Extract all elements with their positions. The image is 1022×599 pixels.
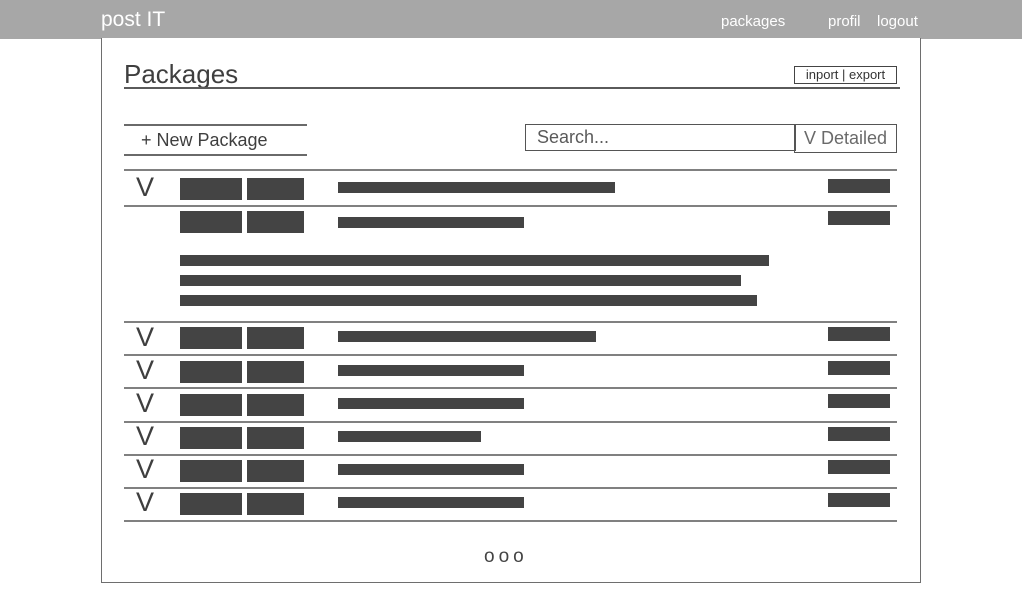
- package-title-placeholder: [338, 217, 524, 228]
- package-title-placeholder: [338, 431, 481, 442]
- package-field-placeholder: [180, 361, 242, 383]
- chevron-down-icon[interactable]: V: [136, 172, 154, 202]
- pagination: ooo: [484, 546, 528, 568]
- package-meta-placeholder: [828, 327, 890, 341]
- package-field-placeholder: [180, 327, 242, 349]
- package-field-placeholder: [247, 394, 304, 416]
- package-row[interactable]: V: [124, 388, 897, 421]
- package-meta-placeholder: [828, 361, 890, 375]
- package-description-line: [180, 255, 769, 266]
- package-meta-placeholder: [828, 493, 890, 507]
- package-field-placeholder: [180, 394, 242, 416]
- search-input[interactable]: [525, 124, 796, 151]
- new-package-label: + New Package: [141, 130, 268, 150]
- pagination-dot[interactable]: o: [513, 546, 528, 567]
- chevron-down-icon[interactable]: V: [136, 454, 154, 484]
- package-title-placeholder: [338, 331, 596, 342]
- nav-profil[interactable]: profil: [828, 13, 861, 31]
- package-row-expanded[interactable]: [124, 207, 897, 321]
- list-divider: [124, 169, 897, 171]
- chevron-down-icon[interactable]: V: [136, 421, 154, 451]
- package-meta-placeholder: [828, 427, 890, 441]
- pagination-dot[interactable]: o: [484, 546, 499, 567]
- chevron-down-icon[interactable]: V: [136, 487, 154, 517]
- package-row[interactable]: V: [124, 454, 897, 487]
- package-field-placeholder: [180, 460, 242, 482]
- chevron-down-icon[interactable]: V: [136, 322, 154, 352]
- package-meta-placeholder: [828, 394, 890, 408]
- package-field-placeholder: [180, 427, 242, 449]
- package-row[interactable]: V: [124, 421, 897, 454]
- list-divider: [124, 520, 897, 522]
- package-field-placeholder: [247, 211, 304, 233]
- package-meta-placeholder: [828, 179, 890, 193]
- package-meta-placeholder: [828, 460, 890, 474]
- detailed-toggle[interactable]: V Detailed: [794, 124, 897, 153]
- chevron-down-icon[interactable]: V: [136, 388, 154, 418]
- package-title-placeholder: [338, 497, 524, 508]
- nav-packages[interactable]: packages: [721, 13, 785, 31]
- package-title-placeholder: [338, 464, 524, 475]
- package-field-placeholder: [247, 361, 304, 383]
- package-field-placeholder: [247, 460, 304, 482]
- import-export-button[interactable]: inport | export: [794, 66, 897, 84]
- package-field-placeholder: [247, 493, 304, 515]
- new-package-button[interactable]: + New Package: [124, 124, 307, 156]
- package-row[interactable]: V: [124, 487, 897, 520]
- package-field-placeholder: [180, 211, 242, 233]
- pagination-dot[interactable]: o: [499, 546, 514, 567]
- package-title-placeholder: [338, 398, 524, 409]
- title-divider: [124, 87, 900, 89]
- package-field-placeholder: [180, 178, 242, 200]
- chevron-down-icon[interactable]: V: [136, 355, 154, 385]
- package-field-placeholder: [247, 327, 304, 349]
- package-meta-placeholder: [828, 211, 890, 225]
- package-row[interactable]: V: [124, 355, 897, 387]
- page-title: Packages: [124, 59, 239, 89]
- package-field-placeholder: [180, 493, 242, 515]
- package-row[interactable]: V: [124, 172, 897, 205]
- package-row[interactable]: V: [124, 322, 897, 354]
- package-description-line: [180, 295, 757, 306]
- package-field-placeholder: [247, 178, 304, 200]
- nav-logout[interactable]: logout: [877, 13, 918, 31]
- package-title-placeholder: [338, 182, 615, 193]
- package-field-placeholder: [247, 427, 304, 449]
- package-title-placeholder: [338, 365, 524, 376]
- brand-logo[interactable]: post IT: [101, 7, 165, 33]
- package-description-line: [180, 275, 741, 286]
- top-bar: post IT packages profil logout: [0, 0, 1022, 39]
